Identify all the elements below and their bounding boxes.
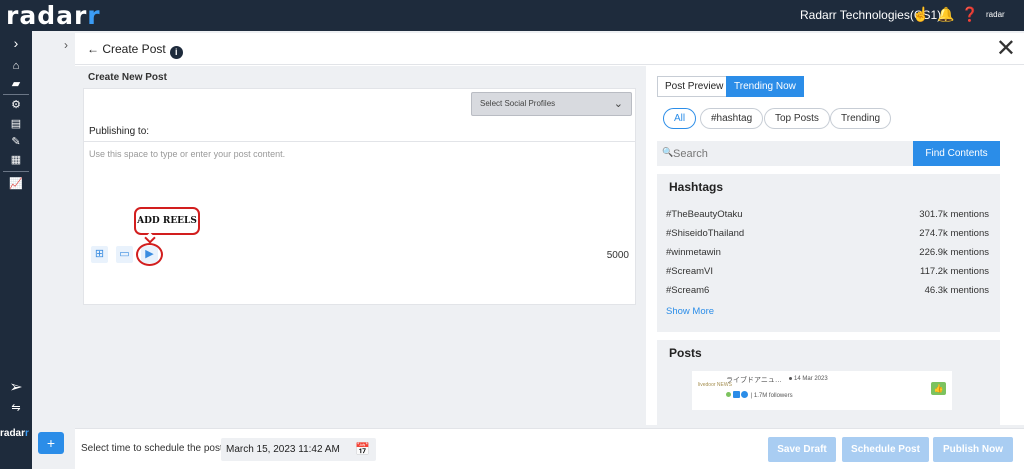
post-content-textarea[interactable]: Use this space to type or enter your pos… xyxy=(89,149,285,159)
select-profiles-label: Select Social Profiles xyxy=(480,99,556,108)
expand-chevron-icon[interactable]: › xyxy=(64,38,68,52)
compose-icon[interactable]: ✎ xyxy=(6,135,26,149)
hand-icon[interactable]: ☝ xyxy=(912,5,930,23)
character-count: 5000 xyxy=(606,250,629,261)
post-date-text: 14 Mar 2023 xyxy=(794,376,828,382)
hashtags-title: Hashtags xyxy=(669,180,724,194)
schedule-datetime-field[interactable]: March 15, 2023 11:42 AM 📅 xyxy=(221,438,376,461)
sync-icon[interactable]: ⇋ xyxy=(6,401,26,415)
grid-icon[interactable]: ▦ xyxy=(6,153,26,167)
posts-section: Posts livedoor NEWS ライブドアニュ… 14 Mar 2023… xyxy=(657,340,1000,425)
info-icon[interactable]: i xyxy=(169,46,183,59)
close-icon[interactable]: ✕ xyxy=(996,34,1016,62)
hashtag-mentions: 226.9k mentions xyxy=(919,247,989,258)
show-more-link[interactable]: Show More xyxy=(666,306,714,317)
publish-now-button[interactable]: Publish Now xyxy=(933,437,1013,462)
hashtag-row[interactable]: #ShiseidoThailand 274.7k mentions xyxy=(666,228,989,244)
inbox-icon[interactable]: ▤ xyxy=(6,117,26,131)
hashtag-row[interactable]: #winmetawin 226.9k mentions xyxy=(666,247,989,263)
sidebar-logo-arc: r xyxy=(25,428,29,439)
panel-header: ← Create Post i ✕ xyxy=(75,33,1024,65)
back-link[interactable]: ← Create Post i xyxy=(87,42,183,59)
sidebar-logo-text: radar xyxy=(0,428,26,439)
hashtag-mentions: 274.7k mentions xyxy=(919,228,989,239)
verified-icon xyxy=(741,391,748,398)
divider xyxy=(84,141,635,142)
filter-all[interactable]: All xyxy=(663,108,697,129)
posts-title: Posts xyxy=(669,346,702,360)
chevron-down-icon: ⌄ xyxy=(613,98,623,110)
post-followers: | 1.7M followers xyxy=(750,393,793,399)
post-editor: Select Social Profiles ⌄ Publishing to: U… xyxy=(83,88,636,305)
post-card[interactable]: livedoor NEWS ライブドアニュ… 14 Mar 2023 | 1.7… xyxy=(692,371,952,410)
post-account-name: ライブドアニュ… xyxy=(726,377,782,384)
find-contents-button[interactable]: Find Contents xyxy=(913,141,1000,166)
dot-separator xyxy=(789,377,792,380)
save-draft-button[interactable]: Save Draft xyxy=(768,437,836,462)
left-sidebar: › ⌂ ▰ ⚙ ▤ ✎ ▦ 📈 ➢ ⇋ radarr xyxy=(0,31,32,469)
hashtag-name: #ScreamVI xyxy=(666,266,713,277)
hashtag-row[interactable]: #Scream6 46.3k mentions xyxy=(666,285,989,301)
hashtag-name: #ShiseidoThailand xyxy=(666,228,745,239)
hashtag-row[interactable]: #TheBeautyOtaku 301.7k mentions xyxy=(666,209,989,225)
hashtag-mentions: 46.3k mentions xyxy=(924,285,989,296)
calendar-icon[interactable]: 📅 xyxy=(355,438,370,461)
tab-trending-now[interactable]: Trending Now xyxy=(726,76,804,97)
hashtag-name: #Scream6 xyxy=(666,285,710,296)
filter-top-posts[interactable]: Top Posts xyxy=(764,108,830,129)
hashtag-mentions: 301.7k mentions xyxy=(919,209,989,220)
sidebar-logo: radarr xyxy=(0,428,29,439)
add-image-icon[interactable]: ⊞ xyxy=(91,246,108,263)
select-social-profiles-dropdown[interactable]: Select Social Profiles ⌄ xyxy=(471,92,632,116)
filter-trending[interactable]: Trending xyxy=(830,108,892,129)
sidebar-divider xyxy=(3,171,29,172)
app-logo[interactable]: radarr xyxy=(6,1,101,30)
publishing-to-label: Publishing to: xyxy=(89,126,150,137)
status-dot xyxy=(726,392,731,397)
hashtag-name: #TheBeautyOtaku xyxy=(666,209,743,220)
chevron-right-icon[interactable]: › xyxy=(6,36,26,50)
schedule-datetime-value: March 15, 2023 11:42 AM xyxy=(226,444,340,455)
add-reels-callout: ADD REELS xyxy=(134,207,200,235)
send-icon[interactable]: ➢ xyxy=(6,380,26,396)
schedule-post-button[interactable]: Schedule Post xyxy=(842,437,929,462)
thumbs-up-icon[interactable]: 👍 xyxy=(931,382,946,395)
video-camera-icon[interactable]: ▭ xyxy=(116,246,133,263)
compose-column: Create New Post Select Social Profiles ⌄ … xyxy=(75,66,646,425)
sidebar-divider xyxy=(3,94,29,95)
hashtags-section: Hashtags #TheBeautyOtaku 301.7k mentions … xyxy=(657,174,1000,332)
tag-icon[interactable]: ▰ xyxy=(6,77,26,91)
twitter-icon xyxy=(733,391,740,398)
mini-logo: radar xyxy=(986,10,1005,19)
reels-highlight-circle xyxy=(136,243,163,266)
schedule-bar: Select time to schedule the post : March… xyxy=(75,428,1024,469)
analytics-icon[interactable]: 📈 xyxy=(6,177,26,191)
hashtag-mentions: 117.2k mentions xyxy=(919,266,989,277)
hashtag-row[interactable]: #ScreamVI 117.2k mentions xyxy=(666,266,989,282)
post-meta: | 1.7M followers xyxy=(726,391,793,399)
back-label: ← Create Post xyxy=(87,42,166,56)
help-icon[interactable]: ❓ xyxy=(961,5,979,23)
schedule-label: Select time to schedule the post : xyxy=(81,443,229,454)
add-button[interactable]: + xyxy=(38,432,64,454)
search-bar: 🔍 Find Contents xyxy=(657,141,1000,166)
bell-icon[interactable]: 🔔 xyxy=(937,5,955,23)
logo-text: radar xyxy=(6,1,88,30)
home-icon[interactable]: ⌂ xyxy=(6,59,26,73)
preview-column: Post Preview Trending Now All #hashtag T… xyxy=(646,66,1024,425)
tab-post-preview[interactable]: Post Preview xyxy=(657,76,732,97)
create-post-panel: ← Create Post i ✕ Create New Post Select … xyxy=(75,33,1024,425)
hashtag-name: #winmetawin xyxy=(666,247,721,258)
settings-icon[interactable]: ⚙ xyxy=(6,98,26,112)
search-input[interactable] xyxy=(672,141,902,166)
top-bar: radarr Radarr Technologies(CS1) ☝ 🔔 ❓ ra… xyxy=(0,0,1024,31)
filter-hashtag[interactable]: #hashtag xyxy=(700,108,764,129)
section-title: Create New Post xyxy=(88,72,167,83)
post-date: 14 Mar 2023 xyxy=(789,376,828,382)
logo-arc: r xyxy=(87,1,101,30)
